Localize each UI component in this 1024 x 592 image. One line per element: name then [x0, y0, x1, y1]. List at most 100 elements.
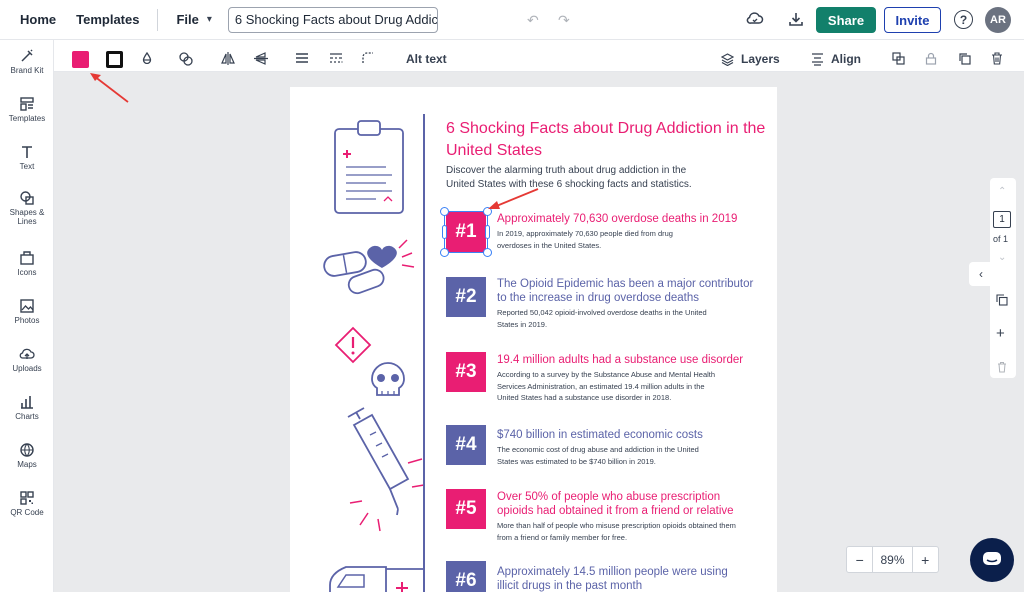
duplicate-page-icon[interactable]: [996, 294, 1008, 306]
shapes-icon: [20, 191, 34, 205]
templates-icon: [20, 97, 34, 111]
fact-badge-6[interactable]: #6: [446, 561, 486, 592]
sidebar-item-qr-code[interactable]: QR Code: [0, 490, 54, 517]
infographic-title[interactable]: 6 Shocking Facts about Drug Addiction in…: [446, 118, 766, 162]
chevron-up-icon[interactable]: ⌃: [998, 186, 1006, 197]
fact-heading-3[interactable]: 19.4 million adults had a substance use …: [497, 353, 757, 367]
fact-body-4[interactable]: The economic cost of drug abuse and addi…: [497, 444, 707, 467]
sidebar-item-label: Text: [19, 162, 35, 171]
sidebar-item-templates[interactable]: Templates: [0, 96, 54, 123]
clipboard-icon: [334, 120, 404, 214]
fill-color-swatch[interactable]: [72, 51, 89, 68]
timeline-line: [423, 114, 425, 592]
border-style-icon[interactable]: [329, 52, 343, 64]
fact-badge-4[interactable]: #4: [446, 425, 486, 465]
align-button[interactable]: Align: [831, 52, 861, 66]
fact-body-5[interactable]: More than half of people who misuse pres…: [497, 520, 737, 543]
sidebar-item-icons[interactable]: Icons: [0, 250, 54, 277]
illustration-column: [323, 120, 425, 592]
flip-vertical-icon[interactable]: [254, 52, 268, 65]
element-toolbar: Alt text Layers Align: [54, 40, 1024, 72]
document-title-input[interactable]: 6 Shocking Facts about Drug Addic: [227, 6, 438, 33]
delete-page-icon[interactable]: [997, 361, 1007, 373]
resize-handle[interactable]: [440, 207, 449, 216]
sidebar-item-uploads[interactable]: Uploads: [0, 346, 54, 373]
page-navigator: [990, 178, 1016, 378]
infographic-page[interactable]: 6 Shocking Facts about Drug Addiction in…: [290, 87, 777, 592]
help-icon[interactable]: ?: [954, 10, 973, 29]
brand-kit-icon: [21, 49, 33, 62]
lock-icon[interactable]: [925, 52, 937, 65]
cloud-save-icon[interactable]: [746, 11, 764, 27]
sidebar-item-label: Shapes & Lines: [9, 208, 45, 226]
sidebar-item-label: Photos: [14, 316, 40, 325]
fact-heading-1[interactable]: Approximately 70,630 overdose deaths in …: [497, 212, 757, 226]
ambulance-icon: [329, 566, 425, 592]
sidebar-item-charts[interactable]: Charts: [0, 394, 54, 421]
syringe-icon: [347, 407, 425, 532]
charts-icon: [21, 396, 33, 409]
zoom-in-button[interactable]: +: [913, 547, 938, 572]
layers-button[interactable]: Layers: [741, 52, 780, 66]
file-menu-label: File: [176, 12, 199, 27]
fact-badge-2[interactable]: #2: [446, 277, 486, 317]
group-icon[interactable]: [892, 52, 905, 65]
flip-horizontal-icon[interactable]: [221, 52, 235, 65]
layers-icon: [721, 53, 734, 66]
resize-handle[interactable]: [442, 225, 447, 239]
text-icon: [22, 146, 32, 158]
add-page-icon[interactable]: +: [996, 325, 1005, 342]
zoom-level[interactable]: 89%: [872, 547, 913, 572]
icons-icon: [20, 251, 34, 265]
fact-body-1[interactable]: In 2019, approximately 70,630 people die…: [497, 228, 677, 251]
undo-icon[interactable]: ↶: [527, 12, 539, 29]
selection-frame[interactable]: [440, 207, 492, 257]
border-color-swatch[interactable]: [106, 51, 123, 68]
share-button[interactable]: Share: [816, 7, 876, 33]
canvas-area[interactable]: 6 Shocking Facts about Drug Addiction in…: [54, 72, 1024, 592]
fact-heading-4[interactable]: $740 billion in estimated economic costs: [497, 428, 757, 442]
file-menu[interactable]: File ▾: [176, 12, 211, 27]
chat-support-button[interactable]: [970, 538, 1014, 582]
sidebar-item-text[interactable]: Text: [0, 144, 54, 171]
sidebar-item-label: Brand Kit: [10, 66, 44, 75]
divider: [157, 8, 159, 31]
zoom-out-button[interactable]: −: [847, 547, 872, 572]
sidebar-item-maps[interactable]: Maps: [0, 442, 54, 469]
opacity-drop-icon[interactable]: [141, 52, 153, 64]
fact-body-3[interactable]: According to a survey by the Substance A…: [497, 369, 727, 404]
trash-icon[interactable]: [991, 52, 1003, 65]
redo-icon[interactable]: ↷: [558, 12, 570, 29]
fact-badge-3[interactable]: #3: [446, 352, 486, 392]
sidebar-item-shapes[interactable]: Shapes & Lines: [0, 190, 54, 226]
corner-radius-icon[interactable]: [362, 52, 374, 64]
sidebar-item-brand-kit[interactable]: Brand Kit: [0, 48, 54, 75]
invite-button[interactable]: Invite: [884, 7, 941, 33]
fact-heading-6[interactable]: Approximately 14.5 million people were u…: [497, 565, 737, 592]
fact-body-2[interactable]: Reported 50,042 opioid-involved overdose…: [497, 307, 707, 330]
download-icon[interactable]: [788, 11, 804, 27]
templates-link[interactable]: Templates: [76, 12, 139, 27]
chevron-down-icon: ▾: [206, 14, 212, 25]
alt-text-button[interactable]: Alt text: [406, 52, 447, 66]
resize-handle[interactable]: [440, 248, 449, 257]
chevron-down-icon[interactable]: ⌄: [998, 252, 1006, 263]
resize-handle[interactable]: [485, 225, 490, 239]
collapse-panel-button[interactable]: ‹: [969, 262, 993, 286]
home-link[interactable]: Home: [20, 12, 56, 27]
page-count: of 1: [993, 234, 1009, 244]
sidebar-item-label: Templates: [8, 114, 46, 123]
border-weight-icon[interactable]: [295, 52, 309, 64]
effects-icon[interactable]: [179, 52, 193, 66]
sidebar-item-photos[interactable]: Photos: [0, 298, 54, 325]
align-icon: [812, 53, 823, 66]
avatar[interactable]: AR: [985, 7, 1011, 33]
fact-badge-5[interactable]: #5: [446, 489, 486, 529]
fact-heading-5[interactable]: Over 50% of people who abuse prescriptio…: [497, 490, 747, 518]
annotation-arrow-1: [90, 73, 129, 103]
left-sidebar: Brand Kit Templates Text Shapes & Lines …: [0, 40, 54, 592]
fact-heading-2[interactable]: The Opioid Epidemic has been a major con…: [497, 277, 757, 305]
resize-handle[interactable]: [483, 248, 492, 257]
duplicate-icon[interactable]: [958, 52, 971, 65]
page-number-input[interactable]: 1: [993, 211, 1011, 228]
